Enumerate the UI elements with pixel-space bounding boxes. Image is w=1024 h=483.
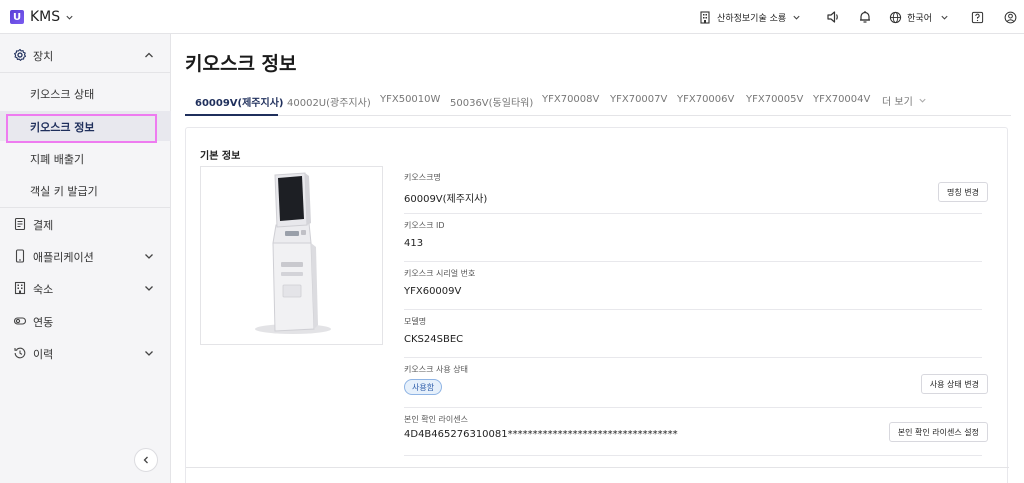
sidebar-item-label: 객실 키 발급기: [30, 185, 98, 198]
bell-icon: [860, 11, 871, 23]
rename-button[interactable]: 명칭 변경: [938, 182, 988, 202]
sidebar-item-label: 지폐 배출기: [30, 153, 85, 166]
chevron-down-icon: [941, 15, 948, 20]
sidebar-group-device[interactable]: 장치: [0, 40, 171, 70]
tab-yfx70006v[interactable]: YFX70006V: [677, 94, 734, 105]
chevron-down-icon: [793, 15, 800, 20]
speaker-icon: [827, 11, 839, 23]
tab-50036v[interactable]: 50036V(동일타워): [450, 94, 533, 109]
field-value: YFX60009V: [404, 286, 462, 297]
page-title: 키오스크 정보: [185, 53, 297, 75]
sidebar-group-label: 숙소: [33, 283, 54, 296]
sidebar-item-room-key-issuer[interactable]: 객실 키 발급기: [0, 175, 171, 205]
kiosk-illustration: [255, 172, 331, 334]
gear-icon: [14, 48, 27, 61]
sidebar-group-label: 결제: [33, 219, 54, 232]
tab-yfx70007v[interactable]: YFX70007V: [610, 94, 667, 105]
chevron-down-icon: [145, 286, 153, 291]
tab-more[interactable]: 더 보기: [882, 93, 927, 108]
tab-yfx50010w[interactable]: YFX50010W: [380, 94, 440, 105]
tab-yfx70005v[interactable]: YFX70005V: [746, 94, 803, 105]
volume-button[interactable]: [825, 9, 841, 25]
tab-yfx70004v[interactable]: YFX70004V: [813, 94, 870, 105]
sidebar-group-label: 장치: [33, 50, 54, 63]
field-kiosk-id: 키오스크 ID 413: [404, 214, 982, 262]
store-select[interactable]: 산하정보기술 소룡: [699, 10, 807, 24]
toggle-link-icon: [13, 317, 27, 325]
change-status-button[interactable]: 사용 상태 변경: [920, 374, 988, 394]
field-label: 키오스크 ID: [404, 221, 445, 230]
language-select[interactable]: 한국어: [889, 11, 949, 24]
selection-highlight: [6, 114, 157, 143]
sidebar-item-label: 키오스크 상태: [30, 88, 95, 101]
chevron-down-icon: [145, 254, 153, 259]
field-usage-status: 키오스크 사용 상태 사용함 사용 상태 변경: [404, 358, 988, 408]
sidebar-divider: [0, 72, 171, 73]
field-kiosk-name: 키오스크명 60009V(제주지사) 명칭 변경: [404, 166, 988, 214]
notification-button[interactable]: [857, 9, 873, 25]
sidebar: 장치 키오스크 상태 키오스크 정보 지폐 배출기 객실 키 발급기 결제 애플…: [0, 34, 171, 483]
sidebar-group-payment[interactable]: 결제: [0, 209, 171, 239]
field-value: 413: [404, 238, 424, 249]
basic-info-card: 기본 정보 키오스크명 60009V(제주지사) 명칭 변경 키오스크 ID 4…: [185, 127, 1009, 483]
chevron-down-icon: [919, 98, 926, 103]
help-icon: [971, 11, 983, 23]
sidebar-item-bill-dispenser[interactable]: 지폐 배출기: [0, 143, 171, 173]
tab-yfx70008v[interactable]: YFX70008V: [542, 94, 599, 105]
main-content: 키오스크 정보 60009V(제주지사) 40002U(광주지사) YFX500…: [172, 34, 1024, 483]
tab-60009v[interactable]: 60009V(제주지사): [195, 94, 283, 109]
top-header: U KMS 산하정보기술 소룡 한국어: [0, 0, 1024, 34]
field-value: 4D4B465276310081************************…: [404, 429, 678, 440]
building-icon: [14, 281, 26, 295]
sidebar-divider: [0, 207, 171, 208]
kms-logo-icon: U: [10, 10, 24, 24]
store-name: 산하정보기술 소룡: [717, 13, 787, 24]
field-divider: [404, 455, 982, 456]
kiosk-image: [200, 166, 383, 345]
sidebar-group-label: 연동: [33, 316, 54, 329]
field-label: 키오스크 사용 상태: [404, 365, 468, 374]
tab-40002u[interactable]: 40002U(광주지사): [287, 94, 371, 109]
app-name: KMS: [30, 9, 61, 25]
active-tab-indicator: [185, 114, 278, 116]
chevron-down-icon: [145, 351, 153, 356]
chevron-down-icon: [66, 15, 73, 20]
building-icon: [700, 10, 710, 24]
receipt-icon: [14, 217, 26, 231]
kiosk-tabs: 60009V(제주지사) 40002U(광주지사) YFX50010W 5003…: [185, 88, 1011, 116]
field-serial-number: 키오스크 시리얼 번호 YFX60009V: [404, 262, 982, 310]
sidebar-group-label: 애플리케이션: [33, 251, 94, 264]
field-label: 본인 확인 라이센스: [404, 415, 468, 424]
sidebar-group-applications[interactable]: 애플리케이션: [0, 241, 171, 271]
field-label: 키오스크 시리얼 번호: [404, 269, 476, 278]
app-switcher[interactable]: U KMS: [10, 9, 74, 25]
sidebar-group-label: 이력: [33, 348, 54, 361]
language-label: 한국어: [907, 13, 932, 24]
history-icon: [14, 347, 26, 359]
field-label: 모델명: [404, 317, 427, 326]
sidebar-group-integration[interactable]: 연동: [0, 306, 171, 336]
help-button[interactable]: [969, 9, 985, 25]
user-profile-button[interactable]: [1002, 9, 1018, 25]
sidebar-group-lodging[interactable]: 숙소: [0, 273, 171, 303]
user-icon: [1004, 11, 1016, 23]
tab-more-label: 더 보기: [882, 97, 913, 108]
status-badge: 사용함: [404, 379, 443, 395]
field-value: 60009V(제주지사): [404, 194, 488, 205]
globe-icon: [890, 11, 902, 23]
sidebar-group-history[interactable]: 이력: [0, 338, 171, 368]
smartphone-icon: [15, 249, 25, 263]
chevron-up-icon: [145, 52, 153, 58]
field-label: 키오스크명: [404, 173, 441, 182]
field-value: CKS24SBEC: [404, 334, 464, 345]
section-title: 기본 정보: [200, 151, 241, 162]
chevron-left-icon: [143, 456, 148, 464]
sidebar-item-kiosk-status[interactable]: 키오스크 상태: [0, 78, 171, 108]
license-settings-button[interactable]: 본인 확인 라이센스 설정: [888, 422, 988, 442]
sidebar-collapse-button[interactable]: [134, 448, 158, 472]
field-identity-license: 본인 확인 라이센스 4D4B465276310081*************…: [404, 408, 988, 456]
field-model-name: 모델명 CKS24SBEC: [404, 310, 982, 358]
section-divider: [186, 467, 1009, 468]
